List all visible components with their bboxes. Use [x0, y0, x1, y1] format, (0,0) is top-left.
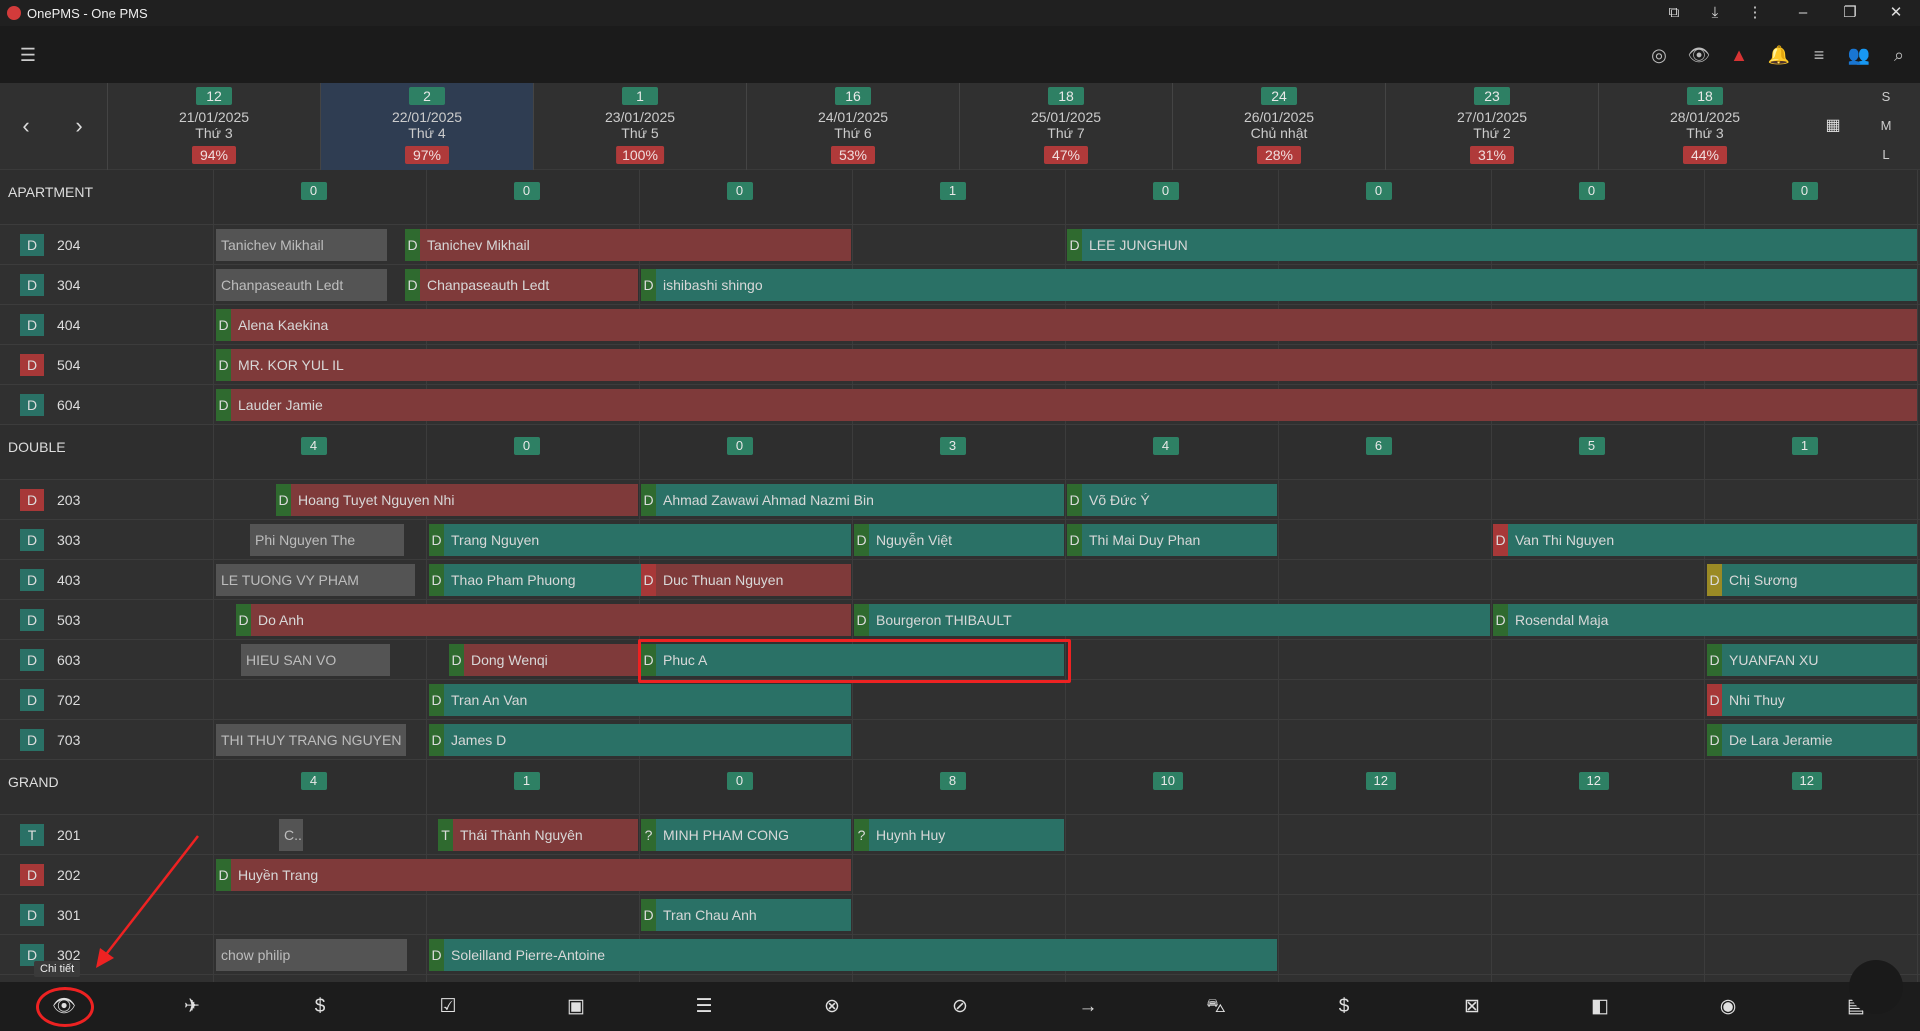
- annotation-arrow: [96, 835, 199, 968]
